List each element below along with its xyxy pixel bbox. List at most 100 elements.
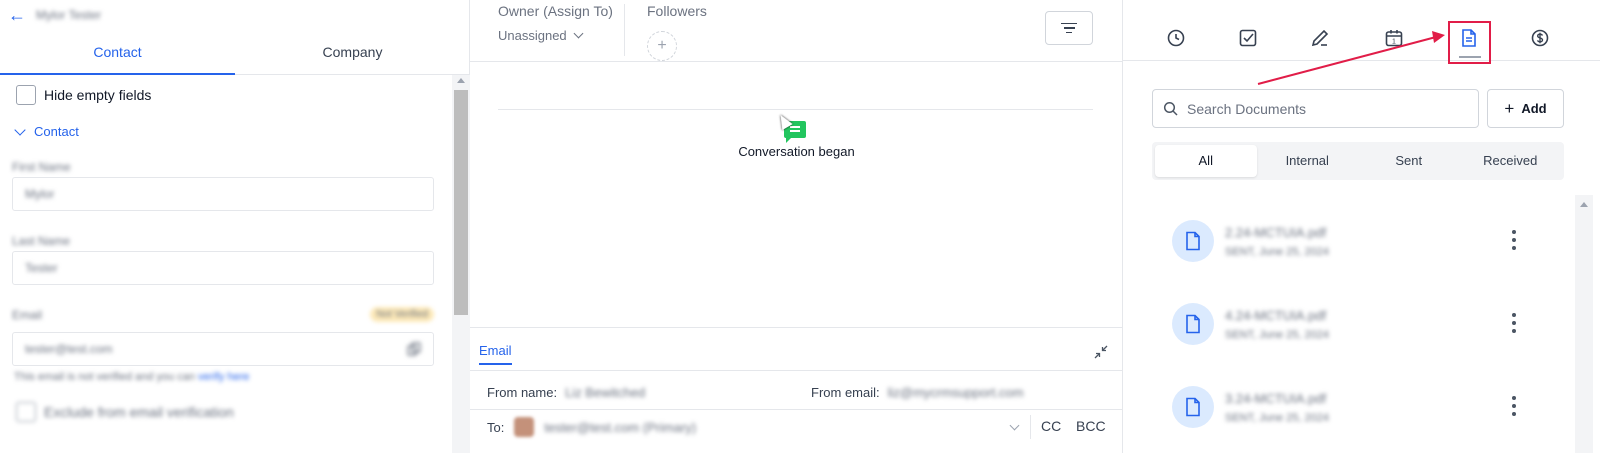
email-value: tester@test.com — [25, 342, 113, 356]
list-item[interactable]: 4.24-MCTUIA.pdf SENT, June 25, 2024 — [1172, 299, 1552, 349]
email-composer: Email From name: Liz Bewitched From emai… — [470, 327, 1123, 453]
contact-tabs: Contact Company — [0, 38, 470, 75]
filter-icon — [1061, 22, 1077, 25]
header-divider — [624, 4, 625, 56]
conversation-divider — [498, 109, 1093, 110]
to-recipient[interactable]: tester@test.com (Primary) — [544, 420, 696, 435]
scroll-thumb[interactable] — [454, 90, 468, 315]
conversation-began-label: Conversation began — [738, 144, 855, 159]
more-options-icon[interactable] — [1512, 313, 1516, 333]
first-name-field[interactable]: Mylor — [12, 177, 434, 211]
search-placeholder: Search Documents — [1187, 100, 1307, 117]
from-name-label: From name: — [487, 385, 558, 400]
first-name-value: Mylor — [25, 187, 55, 201]
from-name-row: From name: Liz Bewitched — [487, 385, 645, 400]
tab-company[interactable]: Company — [235, 38, 470, 74]
left-scrollbar[interactable] — [452, 75, 470, 453]
plus-icon: + — [1504, 98, 1515, 118]
chevron-down-icon — [573, 28, 584, 39]
owner-assign[interactable]: Owner (Assign To) Unassigned — [498, 3, 626, 43]
owner-label: Owner (Assign To) — [498, 3, 613, 19]
exclude-verification-toggle[interactable]: Exclude from email verification — [16, 402, 234, 422]
exclude-checkbox[interactable] — [16, 402, 36, 422]
tab-contact[interactable]: Contact — [0, 38, 235, 75]
followers-label: Followers — [647, 3, 707, 19]
documents-scrollbar[interactable] — [1575, 195, 1593, 453]
scroll-up-icon[interactable] — [457, 78, 465, 83]
avatar — [514, 417, 535, 437]
owner-dropdown[interactable]: Unassigned — [498, 28, 626, 43]
calendar-day: 1 — [1392, 39, 1396, 46]
last-name-value: Tester — [25, 261, 58, 275]
email-status-badge: Not Verified — [370, 307, 434, 322]
hide-empty-label: Hide empty fields — [44, 87, 152, 103]
add-follower-button[interactable]: + — [647, 31, 677, 61]
tab-received[interactable]: Received — [1460, 145, 1562, 177]
tab-sent[interactable]: Sent — [1358, 145, 1460, 177]
tasks-icon[interactable] — [1237, 27, 1259, 49]
file-icon — [1172, 303, 1214, 345]
last-name-label: Last Name — [12, 234, 71, 248]
verify-link[interactable]: verify here — [198, 371, 249, 383]
tool-icon-bar: 1 — [1123, 0, 1600, 64]
search-icon — [1163, 101, 1178, 116]
from-email-row: From email: liz@mycrmsupport.com — [811, 385, 1024, 400]
list-item[interactable]: 3.24-MCTUIA.pdf SENT, June 25, 2024 — [1172, 382, 1552, 432]
collapse-icon[interactable] — [1094, 345, 1108, 359]
arrow-left-icon[interactable]: ← — [8, 6, 26, 24]
email-field[interactable]: tester@test.com — [12, 332, 434, 366]
hide-empty-toggle[interactable]: Hide empty fields — [16, 85, 151, 105]
contact-name: Mylor Tester — [36, 8, 102, 22]
tab-internal[interactable]: Internal — [1257, 145, 1359, 177]
email-hint-text: This email is not verified and you can — [14, 371, 195, 383]
notes-icon[interactable] — [1309, 27, 1331, 49]
document-meta: SENT, June 25, 2024 — [1225, 411, 1329, 424]
document-filter-tabs: All Internal Sent Received — [1152, 142, 1564, 180]
email-hint: This email is not verified and you can v… — [14, 371, 249, 383]
payments-icon[interactable] — [1529, 27, 1551, 49]
document-name: 3.24-MCTUIA.pdf — [1225, 390, 1327, 406]
file-icon — [1172, 386, 1214, 428]
document-name: 4.24-MCTUIA.pdf — [1225, 307, 1327, 323]
from-name-input[interactable]: Liz Bewitched — [565, 385, 645, 400]
list-item[interactable]: 2.24-MCTUIA.pdf SENT, June 25, 2024 — [1172, 216, 1552, 266]
search-documents-input[interactable]: Search Documents — [1152, 89, 1479, 128]
file-icon — [1172, 220, 1214, 262]
app-window: ← Mylor Tester Contact Company Hide empt… — [0, 0, 1600, 453]
activity-icon[interactable] — [1165, 27, 1187, 49]
header-separator — [470, 61, 1123, 62]
bcc-button[interactable]: BCC — [1076, 418, 1106, 434]
side-tools-panel: 1 Search Documents + Add All Internal Se… — [1123, 0, 1600, 453]
last-name-field[interactable]: Tester — [12, 251, 434, 285]
from-email-label: From email: — [811, 385, 880, 400]
copy-icon[interactable] — [407, 342, 421, 356]
document-name: 2.24-MCTUIA.pdf — [1225, 224, 1327, 240]
contact-header: ← Mylor Tester — [0, 0, 469, 30]
cc-divider — [1030, 415, 1031, 439]
email-label: Email — [12, 308, 43, 322]
contact-panel: ← Mylor Tester Contact Company Hide empt… — [0, 0, 470, 453]
chevron-down-icon[interactable] — [1009, 420, 1020, 431]
calendar-icon[interactable]: 1 — [1383, 27, 1405, 49]
first-name-label: First Name — [12, 160, 71, 174]
cc-button[interactable]: CC — [1041, 418, 1061, 434]
followers: Followers + — [647, 3, 707, 61]
chevron-down-icon — [14, 123, 26, 136]
tab-email[interactable]: Email — [479, 343, 512, 365]
filter-button[interactable] — [1045, 11, 1093, 45]
from-email-input[interactable]: liz@mycrmsupport.com — [888, 385, 1024, 400]
document-list: 2.24-MCTUIA.pdf SENT, June 25, 2024 4.24… — [1152, 195, 1593, 453]
more-options-icon[interactable] — [1512, 230, 1516, 250]
exclude-label: Exclude from email verification — [44, 404, 234, 420]
to-row[interactable]: To: tester@test.com (Primary) — [487, 417, 696, 437]
hide-empty-checkbox[interactable] — [16, 85, 36, 105]
contact-section-toggle[interactable]: Contact — [14, 123, 79, 139]
composer-separator — [470, 370, 1123, 371]
document-meta: SENT, June 25, 2024 — [1225, 245, 1329, 258]
more-options-icon[interactable] — [1512, 396, 1516, 416]
active-tab-indicator — [1459, 56, 1481, 58]
add-document-button[interactable]: + Add — [1487, 89, 1564, 128]
scroll-up-icon[interactable] — [1580, 202, 1588, 207]
contact-fields-scroll: Hide empty fields Contact First Name Myl… — [0, 75, 470, 453]
tab-all[interactable]: All — [1155, 145, 1257, 177]
